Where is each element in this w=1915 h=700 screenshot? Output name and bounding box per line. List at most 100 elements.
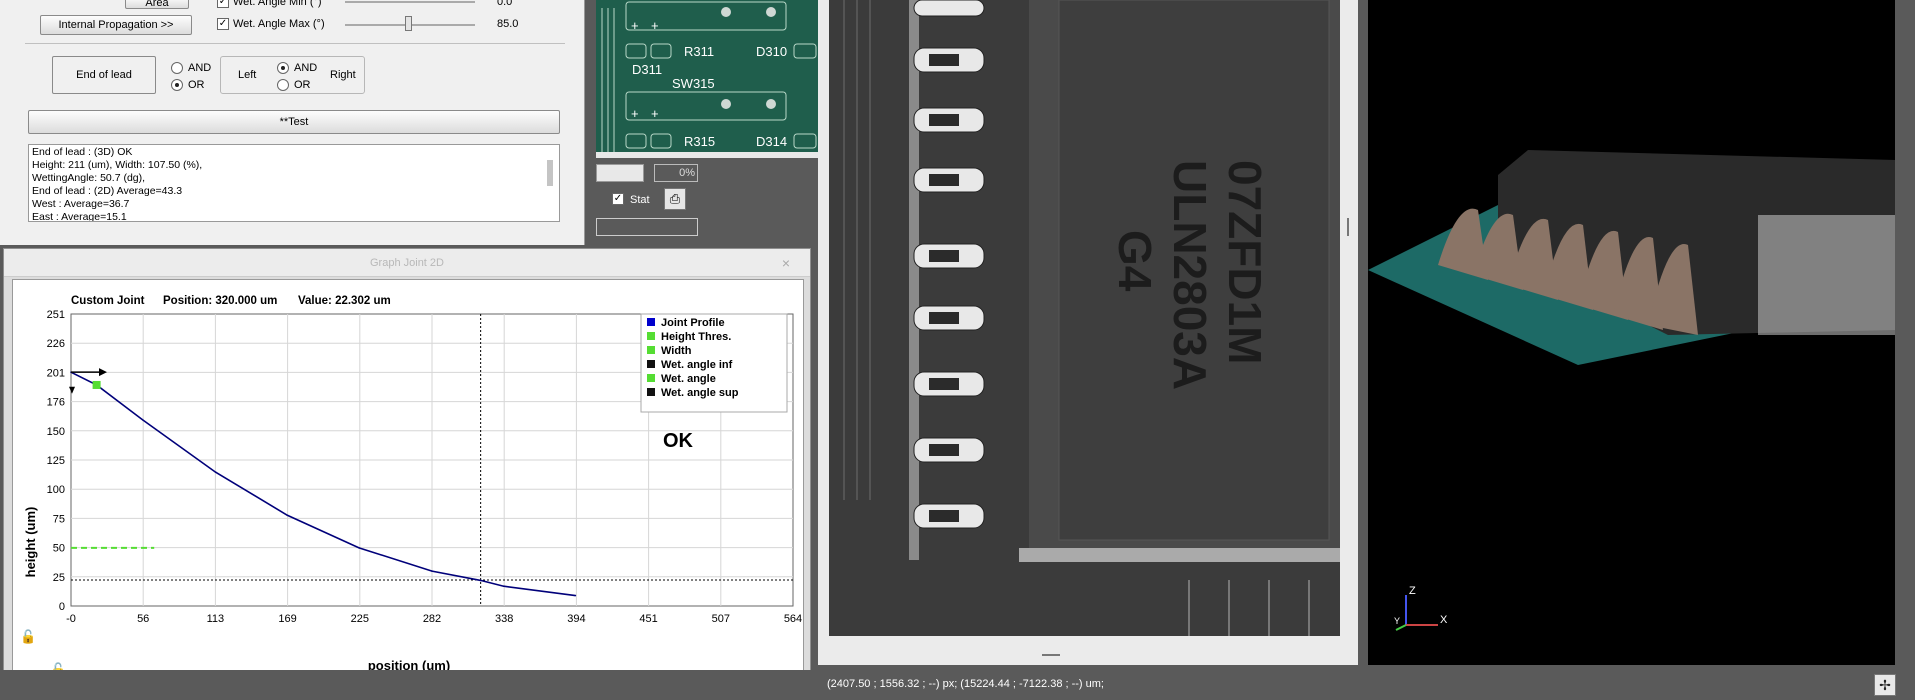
pcb-label-sw315: SW315: [672, 76, 715, 91]
print-icon[interactable]: ⎙: [664, 188, 686, 210]
chip-text-part: ULN2803A: [1164, 160, 1216, 390]
wet-angle-min-checkbox[interactable]: ✓: [217, 0, 229, 8]
x-tick-label: 282: [423, 613, 441, 625]
series-point: [286, 514, 289, 517]
log-line: East : Average=15.1: [32, 211, 127, 222]
log-line: Height: 211 (um), Width: 107.50 (%),: [32, 159, 203, 171]
y-tick-label: 176: [47, 397, 65, 409]
end-of-lead-button[interactable]: End of lead: [52, 56, 156, 94]
y-tick-label: 125: [47, 455, 65, 467]
chip-image[interactable]: 07ZFD1M ULN2803A G4: [829, 0, 1340, 636]
wet-angle-max-slider-thumb[interactable]: [405, 16, 412, 31]
wet-angle-marker: [92, 380, 101, 389]
splitter-handle[interactable]: [1347, 218, 1349, 236]
y-tick-label: 0: [59, 601, 65, 613]
y-tick-labels: 0 25 50 75 100 125 150 176 201 226 251: [47, 309, 65, 613]
divider: [25, 43, 565, 44]
x-tick-labels: -0 56 113 169 225 282 338 394 451 507 564: [66, 613, 802, 625]
wet-angle-max-checkbox[interactable]: ✓: [217, 18, 229, 30]
pcb-label-r311: R311: [684, 44, 714, 59]
x-tick-label: 507: [712, 613, 730, 625]
log-line: End of lead : (3D) OK: [32, 146, 133, 158]
percent-field[interactable]: 0%: [654, 164, 698, 182]
x-tick-label: 394: [567, 613, 585, 625]
internal-propagation-button[interactable]: Internal Propagation >>: [40, 15, 192, 35]
series-point: [502, 585, 505, 588]
plot-area[interactable]: Custom Joint Position: 320.000 um Value:…: [12, 279, 804, 677]
chip-text-code: G4: [1109, 230, 1161, 292]
y-tick-label: 25: [53, 572, 65, 584]
settings-panel: Area Internal Propagation >> ✓ Wet. Angl…: [0, 0, 585, 245]
pcb-label-r315: R315: [684, 134, 715, 149]
log-scrollbar[interactable]: [547, 160, 553, 186]
series-point: [431, 570, 433, 572]
x-tick-label: -0: [66, 613, 76, 625]
axes-gizmo: Z X Y: [1394, 585, 1448, 631]
svg-text:+: +: [651, 18, 659, 33]
chart-header-value: Value: 22.302 um: [298, 295, 391, 307]
graph-window-title: Graph Joint 2D: [4, 249, 810, 277]
wet-angle-min-value: 0.0: [497, 0, 513, 8]
wet-angle-max-value: 85.0: [497, 18, 519, 30]
middle-toolbar: 0% ✓ Stat ⎙: [596, 158, 818, 248]
series-point: [479, 579, 482, 582]
wet-angle-max-label: Wet. Angle Max (°): [233, 18, 325, 30]
series-point: [214, 471, 217, 474]
test-button[interactable]: **Test: [28, 110, 560, 134]
splitter-handle-bottom[interactable]: [1042, 654, 1060, 656]
series-point: [574, 594, 577, 597]
legend-swatch: [647, 374, 655, 382]
legend-swatch: [647, 318, 655, 326]
pcb-label-d310: D310: [756, 44, 787, 59]
x-tick-label: 451: [639, 613, 657, 625]
lock-icon[interactable]: 🔓: [20, 629, 36, 645]
legend-label: Wet. angle inf: [661, 359, 733, 371]
coordinates-readout: (2407.50 ; 1556.32 ; --) px; (15224.44 ;…: [827, 678, 1104, 690]
legend-label: Wet. angle: [661, 373, 716, 385]
fit-view-icon[interactable]: ✢: [1874, 674, 1896, 696]
y-tick-label: 251: [47, 309, 65, 321]
or-radio[interactable]: [171, 79, 183, 91]
log-line: West : Average=36.7: [32, 198, 130, 210]
or-radio-label: OR: [188, 79, 205, 91]
y-axis-label: height (um): [23, 507, 38, 578]
close-icon[interactable]: ×: [782, 255, 790, 271]
svg-text:+: +: [631, 18, 639, 33]
result-log[interactable]: End of lead : (3D) OK Height: 211 (um), …: [28, 144, 560, 222]
wet-angle-min-slider[interactable]: [345, 1, 475, 3]
color-field[interactable]: [596, 164, 644, 182]
width-arrow-head: [99, 368, 107, 377]
side-and-radio[interactable]: [277, 62, 289, 74]
log-line: End of lead : (2D) Average=43.3: [32, 185, 183, 197]
legend: Joint Profile Height Thres. Width Wet. angl…: [640, 313, 788, 413]
pcb-drawing: + + + + R311 D310 D311 SW315 R315 D314: [596, 0, 818, 158]
pcb-label-d311: D311: [632, 62, 662, 77]
y-tick-label: 150: [47, 426, 65, 438]
x-tick-label: 225: [351, 613, 369, 625]
legend-swatch: [647, 346, 655, 354]
pcb-label-d314: D314: [756, 134, 787, 149]
stat-checkbox[interactable]: ✓: [612, 193, 624, 205]
axis-z-label: Z: [1409, 585, 1416, 597]
and-radio-label: AND: [188, 62, 212, 74]
series-point: [141, 419, 144, 421]
height-marker: [69, 386, 75, 394]
chip-drawing: 07ZFD1M ULN2803A G4: [829, 0, 1340, 636]
graph-window: Graph Joint 2D × Custom Joint Position: …: [3, 248, 811, 700]
and-radio[interactable]: [171, 62, 183, 74]
area-button[interactable]: Area: [125, 0, 189, 9]
x-tick-label: 113: [207, 613, 225, 625]
log-line: WettingAngle: 50.7 (dg),: [32, 172, 146, 184]
y-tick-label: 75: [53, 513, 65, 525]
3d-view[interactable]: Z X Y: [1368, 0, 1895, 665]
x-tick-label: 338: [495, 613, 513, 625]
chart-header-position: Position: 320.000 um: [163, 295, 277, 307]
chip-text-batch: 07ZFD1M: [1219, 160, 1271, 364]
info-field[interactable]: [596, 218, 698, 236]
y-tick-label: 100: [47, 484, 65, 496]
y-tick-label: 201: [47, 367, 65, 379]
legend-swatch: [647, 360, 655, 368]
pcb-image[interactable]: + + + + R311 D310 D311 SW315 R315 D314: [596, 0, 818, 158]
side-or-label: OR: [294, 79, 311, 91]
side-or-radio[interactable]: [277, 79, 289, 91]
